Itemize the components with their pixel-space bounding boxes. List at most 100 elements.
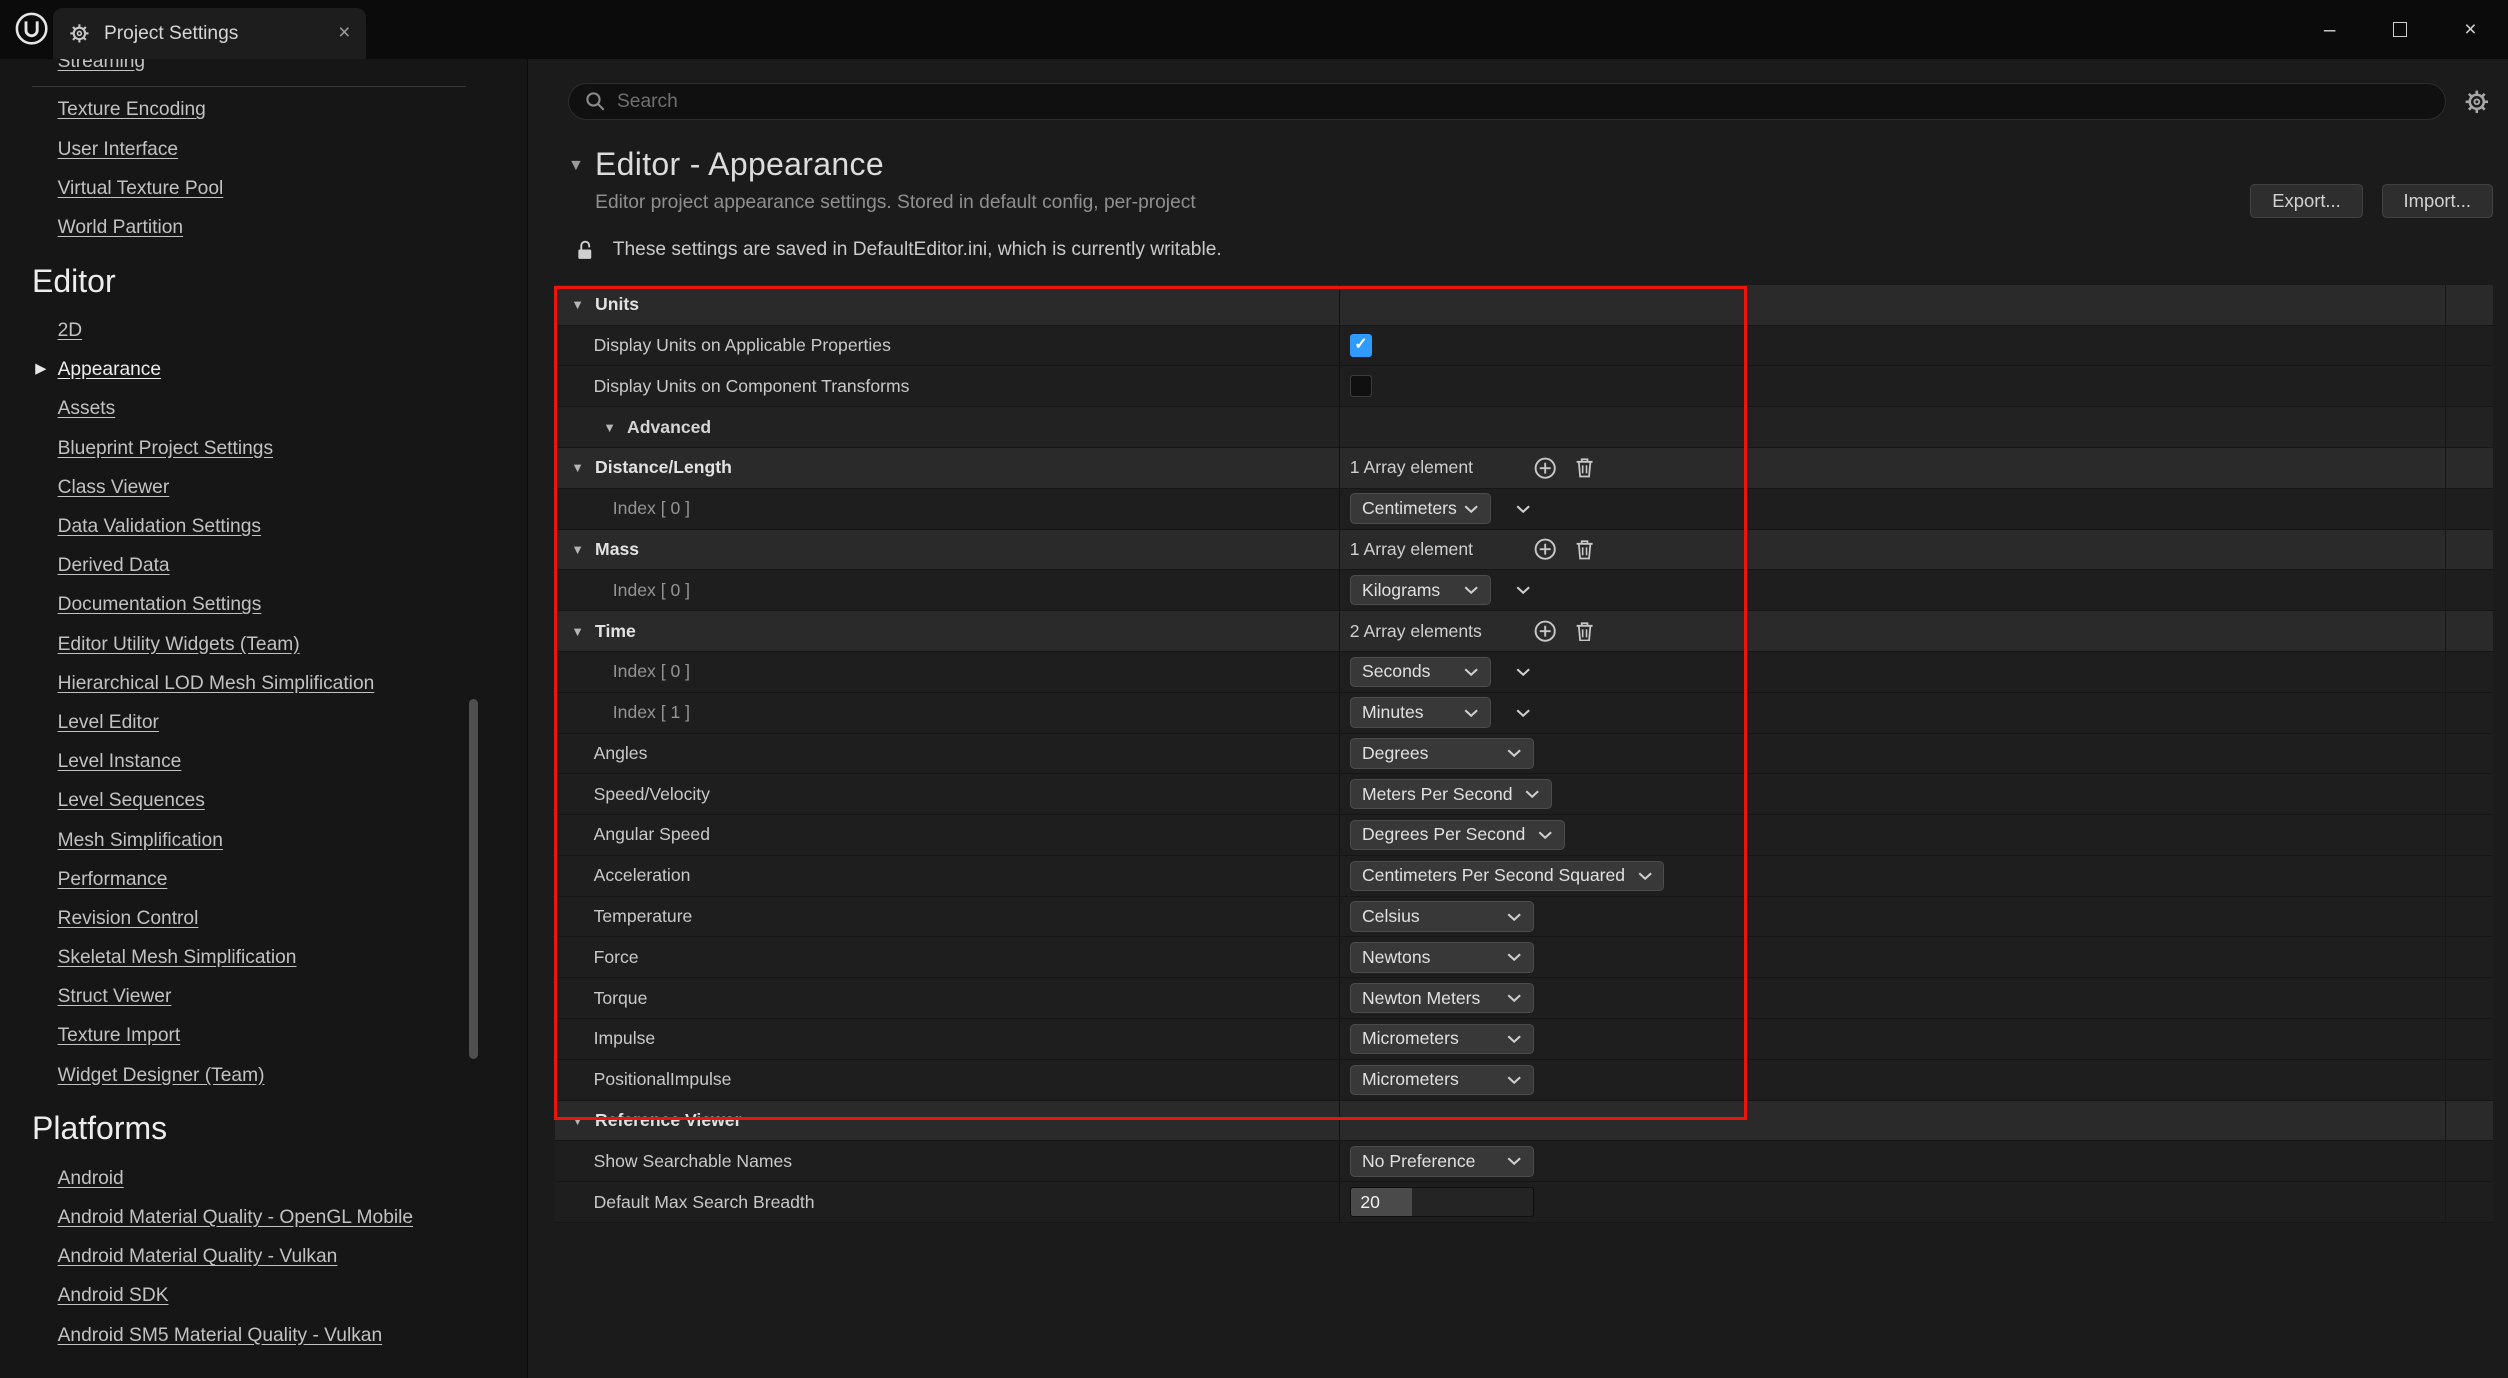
collapse-caret-icon[interactable]: ▼ (603, 420, 616, 435)
collapse-caret-icon[interactable]: ▼ (571, 1113, 584, 1128)
sidebar-item[interactable]: ▶Level Instance (58, 742, 527, 781)
array-element-row: Index [ 0 ] Centimeters (555, 489, 2493, 530)
sidebar-item[interactable]: ▶Level Sequences (58, 781, 527, 820)
delete-array-elements-icon[interactable] (1575, 530, 1594, 570)
sidebar-item[interactable]: ▶Data Validation Settings (58, 507, 527, 546)
sidebar-item[interactable]: ▶User Interface (58, 130, 527, 169)
property-label: Temperature (594, 906, 693, 927)
number-input[interactable]: 20 (1350, 1187, 1534, 1217)
chevron-down-icon (1638, 872, 1652, 880)
sidebar-item[interactable]: ▶Appearance (58, 350, 527, 389)
settings-section-header-row[interactable]: ▼ Units (555, 285, 2493, 326)
unit-dropdown[interactable]: Newton Meters (1350, 983, 1534, 1013)
sidebar-item[interactable]: ▶Revision Control (58, 899, 527, 938)
unit-dropdown[interactable]: Centimeters (1350, 493, 1491, 523)
sidebar-scrollbar-thumb[interactable] (469, 699, 479, 1059)
chevron-down-icon (1507, 1076, 1521, 1084)
delete-array-elements-icon[interactable] (1575, 611, 1594, 651)
unit-dropdown[interactable]: Meters Per Second (1350, 779, 1552, 809)
maximize-button[interactable] (2365, 0, 2435, 59)
sidebar-item[interactable]: ▶Assets (58, 389, 527, 428)
view-options-gear-icon[interactable] (2461, 89, 2493, 115)
checkbox[interactable]: ✓ (1350, 334, 1372, 356)
sidebar-item[interactable]: ▶Android SDK (58, 1276, 527, 1315)
add-array-element-icon[interactable] (1534, 530, 1556, 570)
collapse-caret-icon[interactable]: ▼ (571, 624, 584, 639)
sidebar-item[interactable]: ▶Skeletal Mesh Simplification (58, 938, 527, 977)
array-property-header-row[interactable]: ▼ Time 2 Array elements (555, 611, 2493, 652)
project-settings-tab[interactable]: Project Settings × (53, 8, 367, 59)
unit-dropdown[interactable]: Degrees (1350, 738, 1534, 768)
sidebar-item[interactable]: ▶Android SM5 Material Quality - Vulkan (58, 1316, 527, 1355)
sidebar-item[interactable]: ▶Android Material Quality - Vulkan (58, 1237, 527, 1276)
import-button[interactable]: Import... (2382, 184, 2493, 218)
array-index-label: Index [ 0 ] (613, 580, 690, 601)
unit-dropdown[interactable]: Newtons (1350, 942, 1534, 972)
sidebar-item[interactable]: ▶Level Editor (58, 703, 527, 742)
section-collapse-caret-icon[interactable]: ▼ (568, 157, 584, 175)
array-element-row: Index [ 0 ] Kilograms (555, 570, 2493, 611)
unit-dropdown[interactable]: Kilograms (1350, 575, 1491, 605)
unit-dropdown[interactable]: Micrometers (1350, 1024, 1534, 1054)
sidebar-item[interactable]: ▶Widget Designer (Team) (58, 1056, 527, 1095)
sidebar-item[interactable]: ▶Android Material Quality - OpenGL Mobil… (58, 1198, 527, 1237)
sidebar-item[interactable]: ▶Struct Viewer (58, 977, 527, 1016)
chevron-down-icon (1516, 586, 1530, 594)
chevron-down-icon (1538, 831, 1552, 839)
add-array-element-icon[interactable] (1534, 448, 1556, 488)
element-options-dropdown[interactable] (1507, 652, 1541, 692)
export-button[interactable]: Export... (2250, 184, 2362, 218)
sidebar-item[interactable]: ▶Texture Import (58, 1016, 527, 1055)
sidebar-item[interactable]: ▶Editor Utility Widgets (Team) (58, 625, 527, 664)
sidebar-item[interactable]: ▶Blueprint Project Settings (58, 429, 527, 468)
unit-dropdown[interactable]: Celsius (1350, 901, 1534, 931)
array-property-header-row[interactable]: ▼ Distance/Length 1 Array element (555, 448, 2493, 489)
settings-section-header-row[interactable]: ▼ Reference Viewer (555, 1101, 2493, 1142)
sidebar-item[interactable]: ▶World Partition (58, 208, 527, 247)
chevron-down-icon (1516, 505, 1530, 513)
sidebar-section-header: Platforms (32, 1104, 527, 1152)
advanced-subsection-row[interactable]: ▼ Advanced (555, 407, 2493, 448)
unit-dropdown[interactable]: Micrometers (1350, 1065, 1534, 1095)
sidebar-item[interactable]: ▶Hierarchical LOD Mesh Simplification (58, 664, 527, 703)
array-count-label: 1 Array element (1350, 539, 1473, 560)
window-controls: – × (2294, 0, 2505, 59)
sidebar-item[interactable]: ▶Virtual Texture Pool (58, 169, 527, 208)
dropdown-value: Kilograms (1362, 580, 1440, 601)
delete-array-elements-icon[interactable] (1575, 448, 1594, 488)
element-options-dropdown[interactable] (1507, 693, 1541, 733)
unit-dropdown[interactable]: Minutes (1350, 697, 1491, 727)
sidebar-item[interactable]: ▶Android (58, 1159, 527, 1198)
unit-dropdown[interactable]: Centimeters Per Second Squared (1350, 861, 1665, 891)
sidebar-item[interactable]: ▶Streaming (58, 59, 527, 81)
sidebar-item[interactable]: ▶Derived Data (58, 546, 527, 585)
close-button[interactable]: × (2435, 0, 2505, 59)
unit-dropdown[interactable]: Seconds (1350, 657, 1491, 687)
chevron-down-icon (1464, 668, 1478, 676)
dropdown-value: Newton Meters (1362, 988, 1480, 1009)
property-label: Torque (594, 988, 648, 1009)
collapse-caret-icon[interactable]: ▼ (571, 542, 584, 557)
collapse-caret-icon[interactable]: ▼ (571, 460, 584, 475)
minimize-button[interactable]: – (2294, 0, 2364, 59)
sidebar-item[interactable]: ▶Performance (58, 860, 527, 899)
checkbox[interactable]: ✓ (1350, 375, 1372, 397)
element-options-dropdown[interactable] (1507, 489, 1541, 529)
add-array-element-icon[interactable] (1534, 611, 1556, 651)
tab-close-icon[interactable]: × (338, 23, 350, 44)
sidebar-item[interactable]: ▶2D (58, 311, 527, 350)
sidebar-item[interactable]: ▶Mesh Simplification (58, 821, 527, 860)
array-property-header-row[interactable]: ▼ Mass 1 Array element (555, 530, 2493, 571)
property-label: Display Units on Component Transforms (594, 376, 910, 397)
sidebar-item[interactable]: ▶Documentation Settings (58, 585, 527, 624)
settings-dropdown-row: Torque Newton Meters (555, 978, 2493, 1019)
sidebar-item[interactable]: ▶Texture Encoding (58, 90, 527, 129)
unit-dropdown[interactable]: Degrees Per Second (1350, 820, 1565, 850)
property-label: Acceleration (594, 865, 691, 886)
element-options-dropdown[interactable] (1507, 570, 1541, 610)
unit-dropdown[interactable]: No Preference (1350, 1146, 1534, 1176)
search-input[interactable] (617, 91, 2429, 113)
settings-dropdown-row: Acceleration Centimeters Per Second Squa… (555, 856, 2493, 897)
collapse-caret-icon[interactable]: ▼ (571, 297, 584, 312)
sidebar-item[interactable]: ▶Class Viewer (58, 468, 527, 507)
